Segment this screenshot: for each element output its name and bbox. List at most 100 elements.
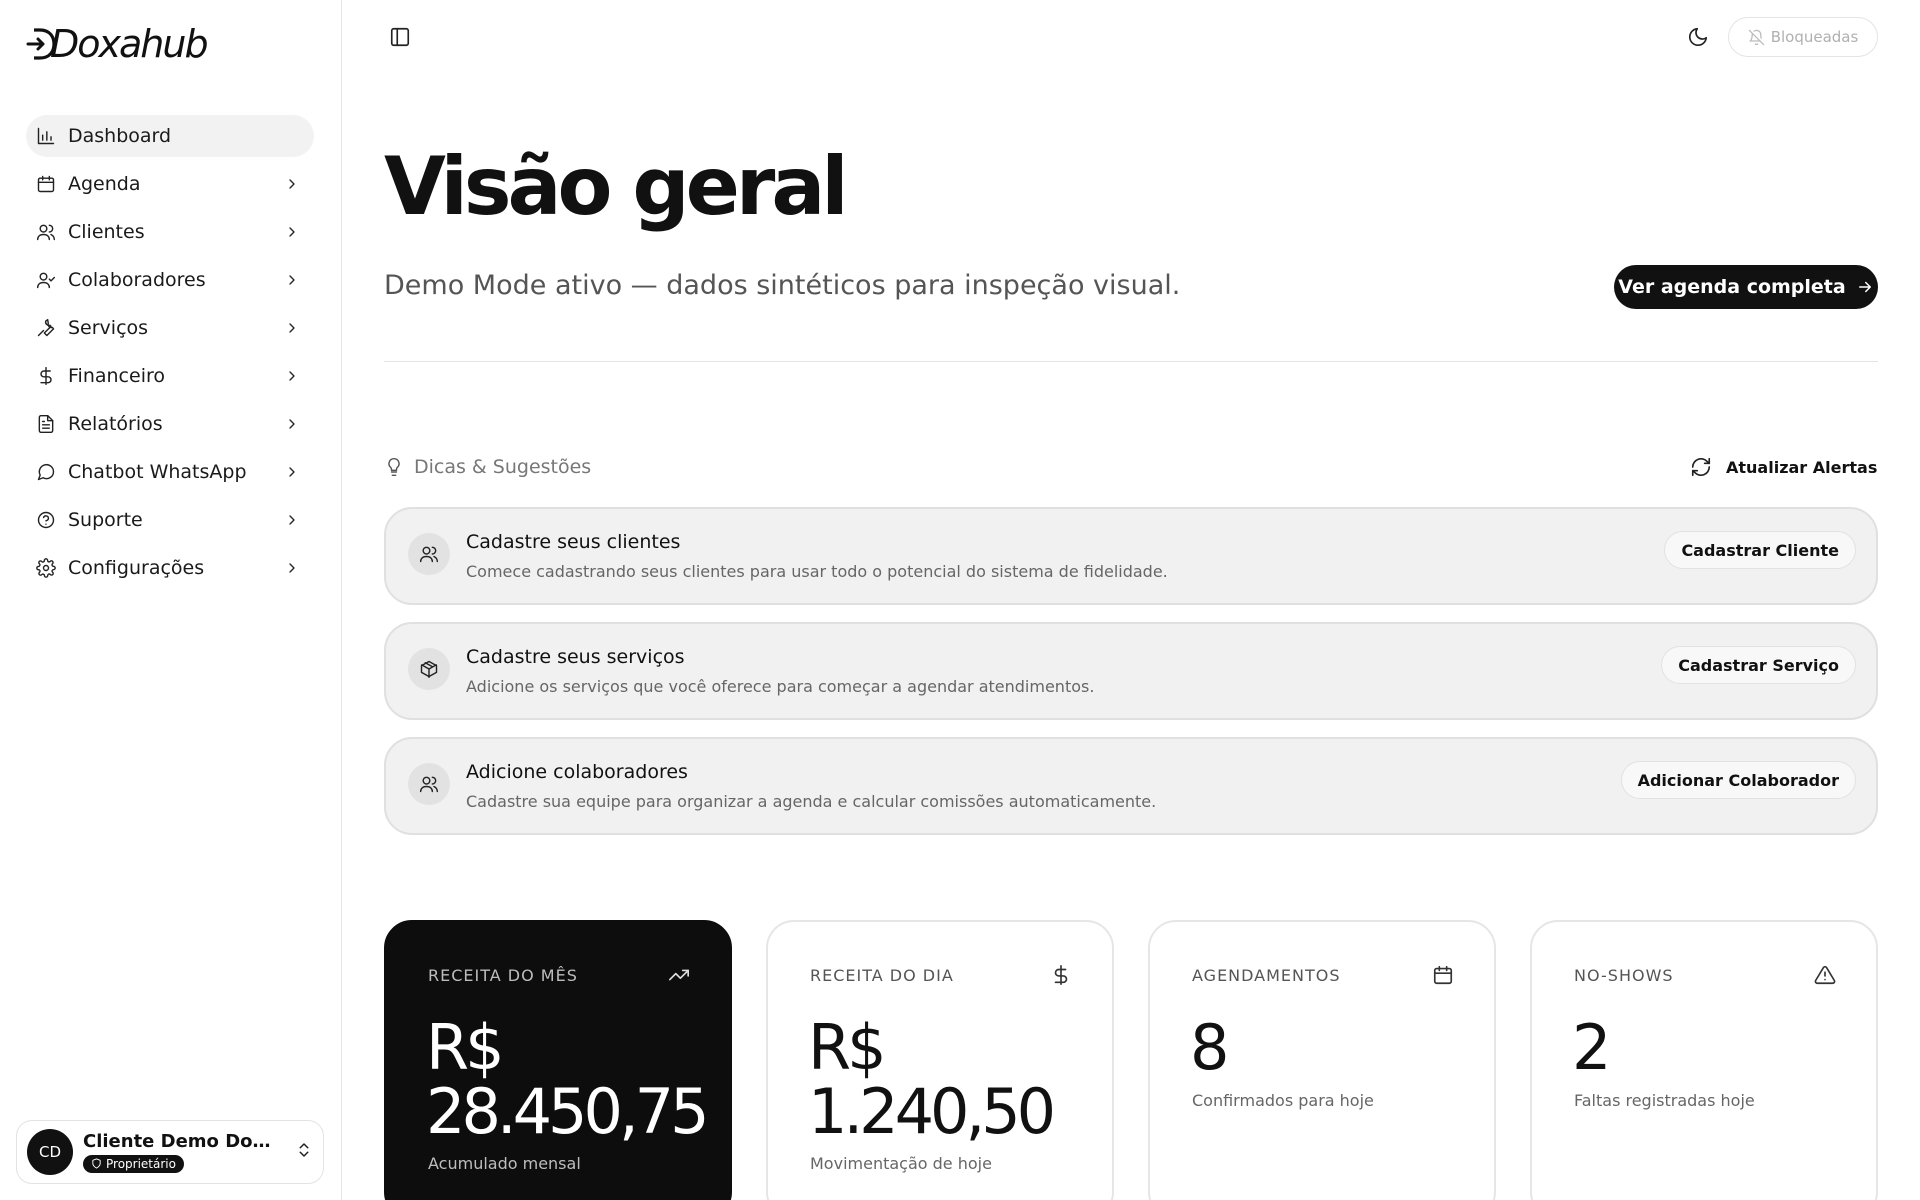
chevron-right-icon xyxy=(284,320,300,336)
sidebar-item-colaboradores[interactable]: Colaboradores xyxy=(26,259,314,301)
sidebar-item-label: Financeiro xyxy=(68,365,165,387)
sidebar-item-label: Colaboradores xyxy=(68,269,206,291)
chevron-right-icon xyxy=(284,560,300,576)
moon-icon xyxy=(1688,27,1708,47)
shield-icon xyxy=(92,1158,101,1169)
sidebar-item-dashboard[interactable]: Dashboard xyxy=(26,115,314,157)
kpi-value-amount: 28.450,75 xyxy=(426,1075,710,1148)
refresh-alerts-button[interactable]: Atualizar Alertas xyxy=(1690,456,1877,478)
sidebar-toggle-button[interactable] xyxy=(388,26,412,50)
theme-toggle-button[interactable] xyxy=(1686,26,1710,50)
user-menu[interactable]: CD Cliente Demo Doxa... Proprietário xyxy=(16,1120,324,1184)
sidebar-item-relatorios[interactable]: Relatórios xyxy=(26,403,314,445)
notifications-label: Bloqueadas xyxy=(1770,28,1859,46)
refresh-alerts-label: Atualizar Alertas xyxy=(1726,457,1878,477)
sidebar-item-label: Dashboard xyxy=(68,125,172,147)
brand-logo[interactable]: Doxahub xyxy=(26,22,209,66)
sidebar-item-label: Relatórios xyxy=(68,413,163,435)
kpi-card-receita-mes: RECEITA DO MÊS R$ 28.450,75 Acumulado me… xyxy=(384,920,732,1200)
sidebar-item-chatbot-whatsapp[interactable]: Chatbot WhatsApp xyxy=(26,451,314,493)
package-icon xyxy=(408,648,450,690)
sidebar-item-configuracoes[interactable]: Configurações xyxy=(26,547,314,589)
kpi-caption: Confirmados para hoje xyxy=(1192,1091,1374,1110)
view-full-agenda-button[interactable]: Ver agenda completa xyxy=(1614,265,1878,309)
help-circle-icon xyxy=(36,510,56,530)
sidebar-nav: Dashboard Agenda Clientes Colaboradores … xyxy=(26,115,314,595)
users-icon xyxy=(36,222,56,242)
dollar-icon xyxy=(36,366,56,386)
tip-description: Adicione os serviços que você oferece pa… xyxy=(466,677,1095,696)
kpi-value: 8 xyxy=(1190,1011,1229,1084)
panel-left-icon xyxy=(390,27,410,47)
chevrons-up-down-icon[interactable] xyxy=(295,1141,313,1163)
kpi-value-currency: R$ xyxy=(808,1011,887,1084)
kpi-value: 2 xyxy=(1572,1011,1611,1084)
sidebar-item-label: Agenda xyxy=(68,173,141,195)
chevron-right-icon xyxy=(284,512,300,528)
main-content: Bloqueadas Visão geral Demo Mode ativo —… xyxy=(342,0,1920,1200)
tip-card-colaboradores: Adicione colaboradores Cadastre sua equi… xyxy=(384,737,1878,835)
page-title: Visão geral xyxy=(384,140,849,233)
user-role-badge: Proprietário xyxy=(83,1154,184,1173)
kpi-value: R$ 1.240,50 xyxy=(808,1016,1108,1144)
kpi-label: NO-SHOWS xyxy=(1574,966,1674,985)
page-subtitle: Demo Mode ativo — dados sintéticos para … xyxy=(384,270,1181,301)
sidebar-item-label: Serviços xyxy=(68,317,149,339)
settings-icon xyxy=(36,558,56,578)
kpi-value: R$ 28.450,75 xyxy=(426,1016,726,1144)
user-name: Cliente Demo Doxa... xyxy=(83,1130,273,1152)
sidebar-item-financeiro[interactable]: Financeiro xyxy=(26,355,314,397)
chevron-right-icon xyxy=(284,272,300,288)
kpi-card-agendamentos: AGENDAMENTOS 8 Confirmados para hoje xyxy=(1148,920,1496,1200)
file-text-icon xyxy=(36,414,56,434)
divider xyxy=(384,361,1878,362)
tips-title: Dicas & Sugestões xyxy=(414,456,592,478)
add-collaborator-button[interactable]: Adicionar Colaborador xyxy=(1620,761,1856,799)
kpi-label: RECEITA DO MÊS xyxy=(428,966,578,985)
message-circle-icon xyxy=(36,462,56,482)
chevron-right-icon xyxy=(284,224,300,240)
kpi-card-receita-dia: RECEITA DO DIA R$ 1.240,50 Movimentação … xyxy=(766,920,1114,1200)
tips-header: Dicas & Sugestões xyxy=(384,456,591,478)
alert-triangle-icon xyxy=(1814,964,1836,986)
tip-description: Cadastre sua equipe para organizar a age… xyxy=(466,792,1157,811)
kpi-caption: Acumulado mensal xyxy=(428,1154,581,1173)
sidebar-item-label: Suporte xyxy=(68,509,143,531)
sidebar-item-label: Chatbot WhatsApp xyxy=(68,461,247,483)
cta-label: Ver agenda completa xyxy=(1618,276,1846,298)
sidebar-item-label: Configurações xyxy=(68,557,205,579)
kpi-card-no-shows: NO-SHOWS 2 Faltas registradas hoje xyxy=(1530,920,1878,1200)
bar-chart-icon xyxy=(36,126,56,146)
trending-up-icon xyxy=(668,964,690,986)
sidebar-item-servicos[interactable]: Serviços xyxy=(26,307,314,349)
notifications-blocked-button[interactable]: Bloqueadas xyxy=(1728,17,1878,57)
users-icon xyxy=(408,763,450,805)
chevron-right-icon xyxy=(284,368,300,384)
avatar: CD xyxy=(27,1129,73,1175)
kpi-label: AGENDAMENTOS xyxy=(1192,966,1341,985)
bell-off-icon xyxy=(1748,29,1764,45)
tip-title: Cadastre seus serviços xyxy=(466,646,685,668)
sidebar-item-label: Clientes xyxy=(68,221,145,243)
refresh-icon xyxy=(1691,457,1711,477)
register-service-button[interactable]: Cadastrar Serviço xyxy=(1661,646,1856,684)
tip-card-clientes: Cadastre seus clientes Comece cadastrand… xyxy=(384,507,1878,605)
calendar-icon xyxy=(36,174,56,194)
arrow-right-icon xyxy=(1858,281,1871,293)
register-client-button[interactable]: Cadastrar Cliente xyxy=(1664,531,1856,569)
tip-description: Comece cadastrando seus clientes para us… xyxy=(466,562,1168,581)
user-info: Cliente Demo Doxa... Proprietário xyxy=(83,1131,295,1174)
wrench-icon xyxy=(36,318,56,338)
kpi-value-amount: 1.240,50 xyxy=(808,1075,1056,1148)
sidebar-item-suporte[interactable]: Suporte xyxy=(26,499,314,541)
tip-title: Cadastre seus clientes xyxy=(466,531,681,553)
users-icon xyxy=(408,533,450,575)
sidebar-item-agenda[interactable]: Agenda xyxy=(26,163,314,205)
sidebar-item-clientes[interactable]: Clientes xyxy=(26,211,314,253)
user-role-label: Proprietário xyxy=(106,1156,176,1171)
brand-name: Doxahub xyxy=(50,22,209,66)
calendar-icon xyxy=(1432,964,1454,986)
sidebar: Doxahub Dashboard Agenda Clientes Colabo… xyxy=(0,0,342,1200)
user-check-icon xyxy=(36,270,56,290)
chevron-right-icon xyxy=(284,176,300,192)
